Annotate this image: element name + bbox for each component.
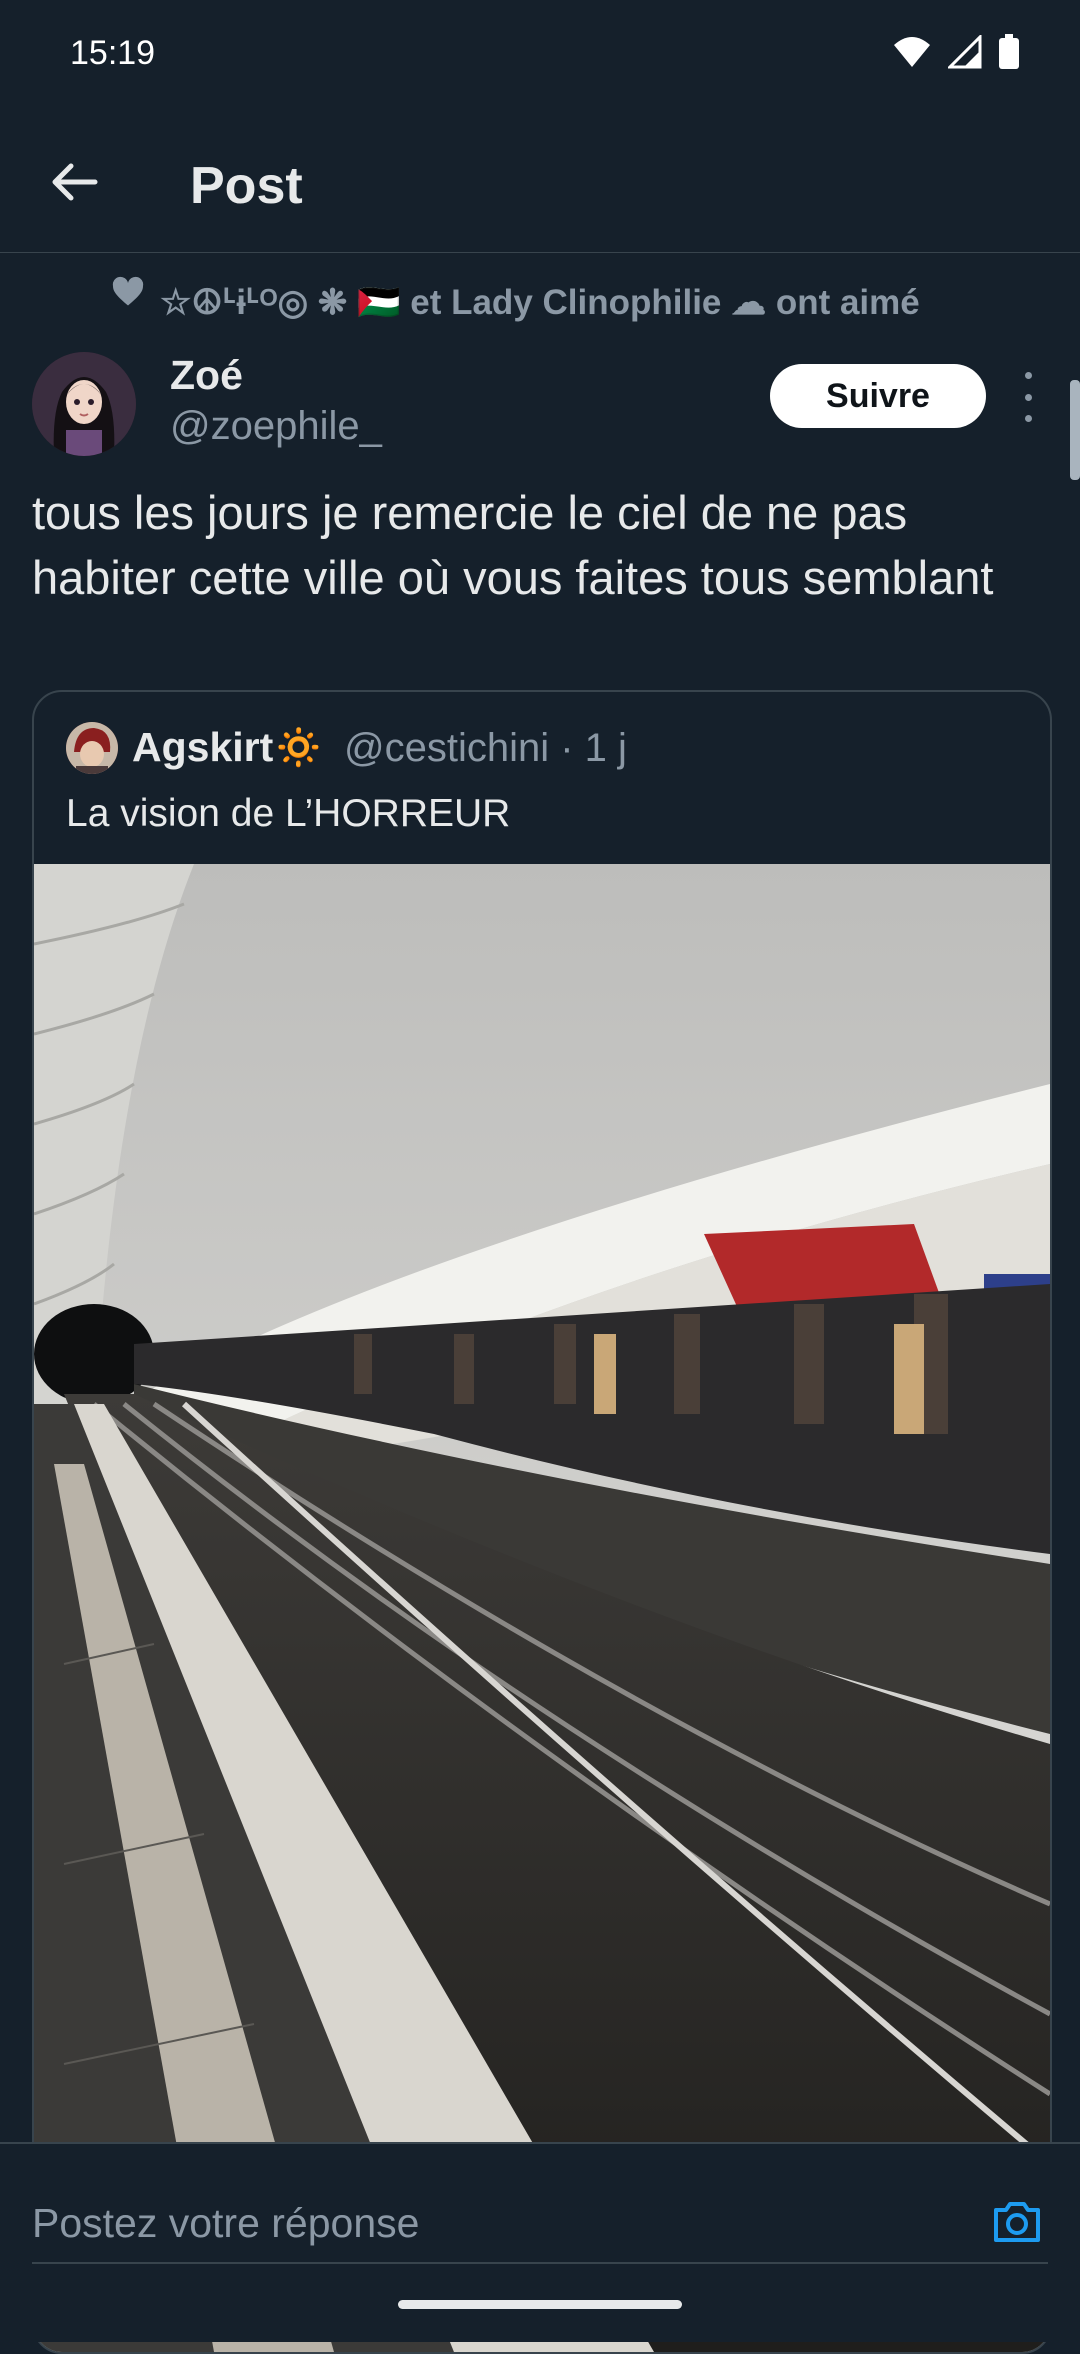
social-context[interactable]: ☆☮ᒻɨᒻᴼ◎ ❋ 🇵🇸 et Lady Clinophilie ☁ ont a… <box>110 276 920 323</box>
quote-avatar-illustration <box>66 722 118 774</box>
quote-meta: @cestichini · 1 j <box>344 726 627 771</box>
top-app-bar: Post <box>0 110 1080 253</box>
reply-underline <box>32 2262 1048 2264</box>
social-context-text: ☆☮ᒻɨᒻᴼ◎ ❋ 🇵🇸 et Lady Clinophilie ☁ ont a… <box>160 283 920 322</box>
home-indicator[interactable] <box>398 2300 682 2309</box>
scrollbar-thumb[interactable] <box>1070 380 1080 480</box>
camera-icon[interactable] <box>990 2194 1044 2248</box>
author-handle[interactable]: @zoephile_ <box>170 404 382 449</box>
quote-photo-metro-platform[interactable] <box>34 864 1050 2352</box>
battery-icon <box>999 34 1019 69</box>
quote-author-name[interactable]: Agskirt🔅 <box>132 724 324 772</box>
back-arrow-icon <box>52 163 98 201</box>
signal-icon <box>948 35 982 69</box>
quote-text: La vision de L’HORREUR <box>66 792 511 835</box>
quoted-post[interactable]: Agskirt🔅 @cestichini · 1 j La vision de … <box>32 690 1052 2354</box>
reply-bar: Postez votre réponse <box>0 2142 1080 2342</box>
wifi-icon <box>894 37 930 67</box>
quote-author-avatar[interactable] <box>66 722 118 774</box>
quote-timestamp: · 1 j <box>560 726 627 770</box>
follow-button[interactable]: Suivre <box>770 364 986 428</box>
status-bar: 15:19 <box>0 0 1080 110</box>
page-title: Post <box>190 157 303 215</box>
status-icons <box>892 34 1020 70</box>
post-text: tous les jours je remercie le ciel de ne… <box>32 486 994 604</box>
author-name[interactable]: Zoé <box>170 352 243 399</box>
author-avatar[interactable] <box>32 352 136 456</box>
heart-icon <box>112 276 144 305</box>
quote-author-handle: @cestichini <box>344 726 550 770</box>
back-button[interactable] <box>40 150 110 214</box>
avatar-illustration <box>32 352 136 456</box>
status-time: 15:19 <box>70 34 156 72</box>
more-icon[interactable] <box>1010 372 1046 422</box>
reply-input[interactable]: Postez votre réponse <box>32 2200 419 2247</box>
